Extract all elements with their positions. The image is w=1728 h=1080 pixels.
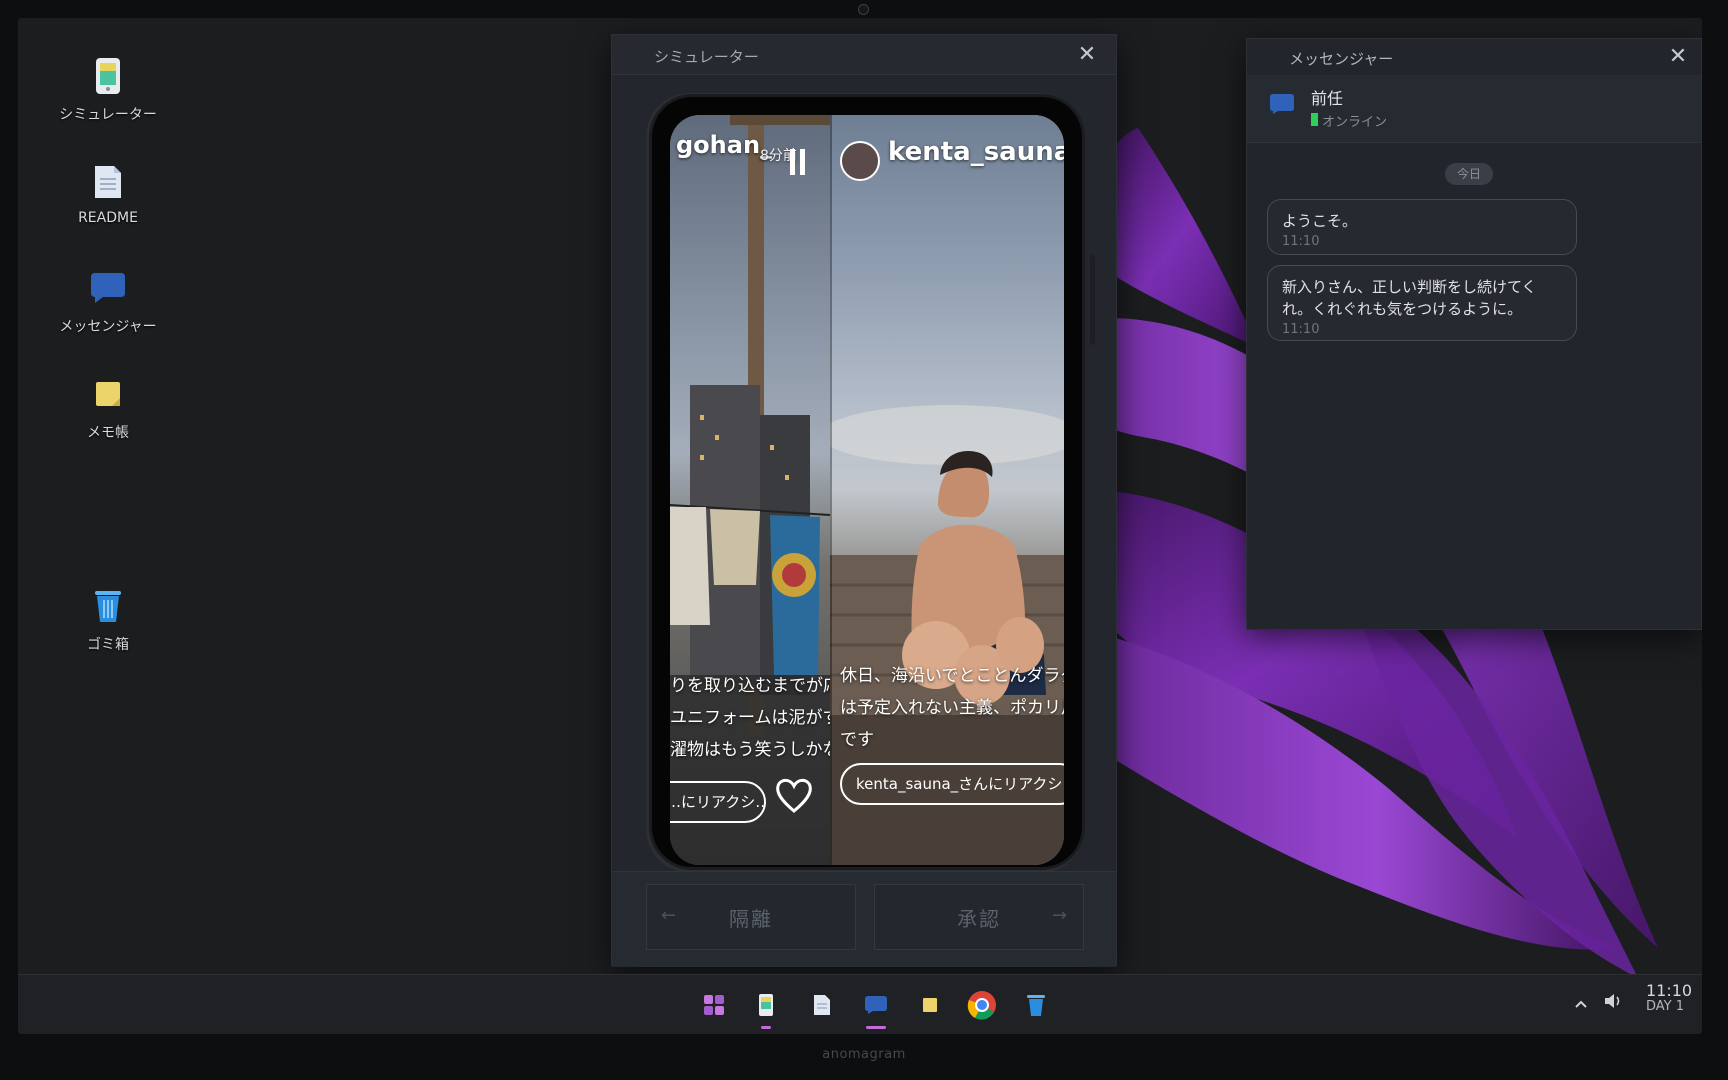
webcam-icon [858, 4, 869, 15]
arrow-left-icon: ← [661, 905, 679, 926]
decision-bar: ← 隔離 承認 → [612, 871, 1116, 967]
start-icon[interactable] [696, 987, 732, 1023]
message-time: 11:10 [1282, 234, 1320, 249]
device-brand: anomagram [822, 1047, 906, 1062]
taskbar: 11:10 DAY 1 [18, 974, 1702, 1034]
chat-header: 前任 オンライン [1247, 75, 1701, 143]
status-indicator [1311, 113, 1318, 126]
desktop-icon-simulator[interactable]: シミュレーター [38, 56, 178, 124]
message-bubble: ようこそ。 11:10 [1267, 199, 1577, 255]
volume-icon[interactable] [1604, 993, 1624, 1013]
story-right[interactable]: kenta_sauna_ 休日、海沿いでとことんダラダ は予定入れない主義、ポカ… [830, 115, 1064, 865]
messenger-titlebar[interactable]: メッセンジャー ✕ [1247, 39, 1701, 75]
desktop-icon-label: シミュレーター [59, 107, 157, 123]
desktop-icon-label: ゴミ箱 [87, 637, 129, 653]
sticky-note-icon[interactable] [912, 987, 948, 1023]
desktop-icon-messenger[interactable]: メッセンジャー [38, 268, 178, 336]
running-indicator [866, 1026, 886, 1029]
clock-day: DAY 1 [1646, 999, 1685, 1014]
simulator-window: シミュレーター ✕ gohan_ 8分前 りを取り込むまでが ユニフォームは泥が… [611, 34, 1117, 967]
simulator-titlebar[interactable]: シミュレーター ✕ [612, 35, 1116, 75]
quarantine-button[interactable]: ← 隔離 [646, 884, 856, 950]
story-caption-line: は予定入れない主義、ポカリ片 [840, 698, 1064, 718]
desktop-icon-readme[interactable]: README [38, 162, 178, 226]
desktop-icon-trash[interactable]: ゴミ箱 [38, 586, 178, 654]
window-title: シミュレーター [654, 48, 759, 66]
story-divider [830, 115, 832, 865]
date-divider: 今日 [1445, 163, 1493, 185]
chrome-icon[interactable] [964, 987, 1000, 1023]
avatar[interactable] [840, 141, 880, 181]
story-caption-line: りを取り込むまでが応援で [670, 676, 830, 696]
simulator-icon[interactable] [748, 987, 784, 1029]
story-reply-input[interactable]: …にリアクシ… [670, 781, 766, 823]
chevron-up-icon[interactable] [1574, 994, 1588, 1013]
trash-icon [88, 586, 128, 626]
desktop-icon-label: メモ帳 [87, 425, 129, 441]
chat-bubble-icon[interactable] [858, 987, 894, 1029]
system-clock[interactable]: 11:10 DAY 1 [1646, 983, 1692, 1015]
sticky-note-icon [88, 374, 128, 414]
phone-side-button [1090, 255, 1095, 345]
contact-status: オンライン [1322, 115, 1388, 130]
simulator-icon [88, 56, 128, 96]
story-caption-line: ユニフォームは泥がすごくて [670, 708, 830, 728]
window-title: メッセンジャー [1289, 50, 1394, 68]
arrow-right-icon: → [1051, 905, 1069, 926]
story-caption-line: 濯物はもう笑うしかない [670, 740, 830, 760]
message-time: 11:10 [1282, 322, 1320, 337]
contact-name: 前任 [1311, 89, 1344, 108]
clock-time: 11:10 [1646, 981, 1693, 1000]
message-text: ようこそ。 [1282, 212, 1358, 230]
monitor-bezel: シミュレーター README メッセンジャー メモ帳 ゴミ箱 シミュレーター ✕… [0, 0, 1728, 1080]
trash-icon[interactable] [1018, 987, 1054, 1023]
desktop-icon-label: README [78, 210, 138, 226]
desktop-icon-notepad[interactable]: メモ帳 [38, 374, 178, 442]
story-username: kenta_sauna_ [888, 137, 1064, 167]
pause-icon[interactable] [788, 147, 808, 177]
message-text: 新入りさん、正しい判断をし続けてくれ。くれぐれも気をつけるように。 [1282, 278, 1537, 318]
approve-button[interactable]: 承認 → [874, 884, 1084, 950]
story-username: gohan_ [676, 131, 773, 159]
story-caption-line: です [840, 730, 874, 750]
document-icon [88, 162, 128, 202]
heart-icon[interactable] [774, 775, 814, 815]
close-icon[interactable]: ✕ [1665, 44, 1691, 70]
message-bubble: 新入りさん、正しい判断をし続けてくれ。くれぐれも気をつけるように。 11:10 [1267, 265, 1577, 341]
story-caption-line: 休日、海沿いでとことんダラダ [840, 666, 1064, 686]
chat-bubble-icon [88, 268, 128, 308]
quarantine-label: 隔離 [729, 906, 773, 931]
close-icon[interactable]: ✕ [1074, 42, 1100, 68]
running-indicator [761, 1026, 771, 1029]
chat-bubble-icon [1269, 93, 1295, 115]
document-icon[interactable] [804, 987, 840, 1023]
desktop-icon-label: メッセンジャー [59, 319, 157, 335]
phone-screen: gohan_ 8分前 りを取り込むまでが応援で ユニフォームは泥がすごくて 濯物… [670, 115, 1064, 865]
desktop-screen: シミュレーター README メッセンジャー メモ帳 ゴミ箱 シミュレーター ✕… [18, 18, 1702, 1034]
story-left[interactable]: gohan_ 8分前 りを取り込むまでが応援で ユニフォームは泥がすごくて 濯物… [670, 115, 830, 865]
story-reply-input[interactable]: kenta_sauna_さんにリアクシ [840, 763, 1064, 805]
approve-label: 承認 [957, 906, 1001, 931]
messenger-window: メッセンジャー ✕ 前任 オンライン 今日 ようこそ。 11:10 新入りさん、… [1246, 38, 1702, 630]
